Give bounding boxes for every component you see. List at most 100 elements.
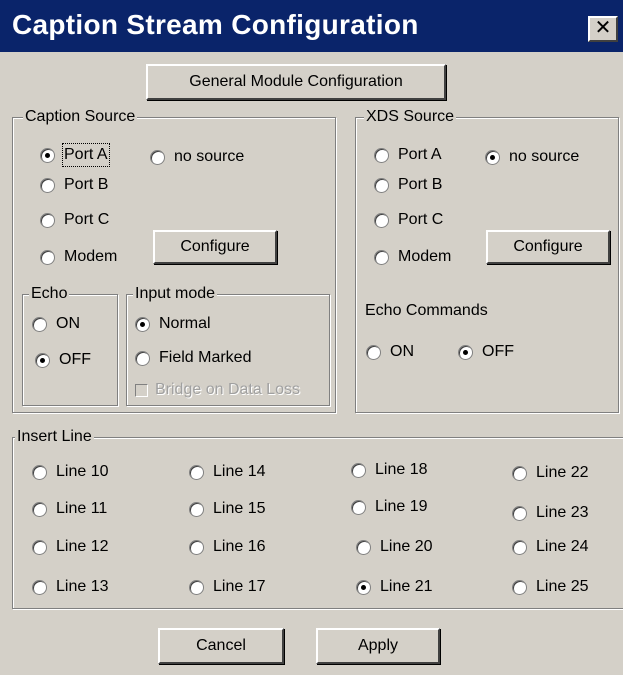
caption-port-b-radio-dot (40, 177, 55, 193)
insert-line-legend: Insert Line (15, 427, 94, 447)
input-mode-field-marked-radio[interactable]: Field Marked (135, 348, 251, 368)
xds-port-b-radio[interactable]: Port B (374, 175, 442, 195)
apply-button[interactable]: Apply (316, 628, 440, 664)
echo-on-radio[interactable]: ON (32, 314, 80, 334)
echo-commands-off-label: OFF (482, 343, 514, 360)
caption-port-c-radio-dot (40, 212, 55, 228)
xds-no-source-label: no source (509, 148, 580, 165)
line-25-radio[interactable]: Line 25 (512, 577, 589, 597)
line-10-radio-dot (32, 464, 47, 480)
line-18-radio-dot (351, 462, 366, 478)
xds-port-c-label: Port C (398, 211, 444, 228)
xds-no-source-radio-dot (485, 149, 500, 165)
caption-port-c-label: Port C (64, 211, 110, 228)
line-15-radio[interactable]: Line 15 (189, 499, 266, 519)
input-mode-normal-radio[interactable]: Normal (135, 314, 211, 334)
line-13-radio[interactable]: Line 13 (32, 577, 109, 597)
xds-configure-button[interactable]: Configure (486, 230, 610, 264)
echo-commands-off-radio-dot (458, 344, 473, 360)
line-24-label: Line 24 (536, 538, 589, 555)
echo-off-radio[interactable]: OFF (35, 350, 91, 370)
xds-no-source-radio[interactable]: no source (485, 147, 579, 167)
caption-modem-radio[interactable]: Modem (40, 247, 117, 267)
line-25-radio-dot (512, 579, 527, 595)
line-17-label: Line 17 (213, 578, 266, 595)
echo-commands-on-radio[interactable]: ON (366, 342, 414, 362)
line-16-radio[interactable]: Line 16 (189, 537, 266, 557)
echo-on-radio-dot (32, 316, 47, 332)
line-21-radio-dot (356, 579, 371, 595)
line-13-radio-dot (32, 579, 47, 595)
caption-port-a-radio[interactable]: Port A (40, 143, 110, 167)
input-mode-field-marked-radio-dot (135, 350, 150, 366)
caption-modem-label: Modem (64, 248, 118, 265)
line-20-radio[interactable]: Line 20 (356, 537, 433, 557)
line-25-label: Line 25 (536, 578, 589, 595)
caption-configure-button[interactable]: Configure (153, 230, 277, 264)
line-14-radio[interactable]: Line 14 (189, 462, 266, 482)
caption-no-source-radio[interactable]: no source (150, 147, 244, 167)
xds-modem-radio[interactable]: Modem (374, 247, 451, 267)
line-13-label: Line 13 (56, 578, 109, 595)
line-19-label: Line 19 (375, 498, 428, 515)
xds-modem-radio-dot (374, 249, 389, 265)
bridge-on-data-loss-box (135, 383, 148, 397)
general-module-configuration-button[interactable]: General Module Configuration (146, 64, 446, 100)
bridge-on-data-loss-checkbox[interactable]: Bridge on Data Loss (135, 381, 300, 399)
line-12-radio-dot (32, 539, 47, 555)
echo-commands-label: Echo Commands (365, 302, 488, 319)
line-20-radio-dot (356, 539, 371, 555)
xds-port-b-radio-dot (374, 177, 389, 193)
general-module-configuration-label: General Module Configuration (189, 73, 403, 90)
xds-modem-label: Modem (398, 248, 452, 265)
echo-commands-on-radio-dot (366, 344, 381, 360)
cancel-button[interactable]: Cancel (158, 628, 284, 664)
line-15-label: Line 15 (213, 500, 266, 517)
echo-commands-on-label: ON (390, 343, 414, 360)
xds-port-b-label: Port B (398, 176, 443, 193)
line-20-label: Line 20 (380, 538, 433, 555)
caption-port-b-label: Port B (64, 176, 109, 193)
xds-port-a-label: Port A (398, 146, 442, 163)
close-button[interactable]: ✕ (588, 16, 618, 42)
caption-port-a-label: Port A (62, 143, 110, 167)
line-24-radio[interactable]: Line 24 (512, 537, 589, 557)
xds-port-a-radio[interactable]: Port A (374, 145, 442, 165)
bridge-on-data-loss-label: Bridge on Data Loss (155, 381, 300, 398)
xds-source-legend: XDS Source (364, 107, 457, 127)
line-21-radio[interactable]: Line 21 (356, 577, 433, 597)
line-10-label: Line 10 (56, 463, 109, 480)
line-17-radio[interactable]: Line 17 (189, 577, 266, 597)
input-mode-field-marked-label: Field Marked (159, 349, 252, 366)
caption-no-source-radio-dot (150, 149, 165, 165)
input-mode-legend: Input mode (133, 284, 218, 304)
line-18-radio[interactable]: Line 18 (351, 460, 428, 480)
line-23-label: Line 23 (536, 504, 589, 521)
caption-port-c-radio[interactable]: Port C (40, 210, 109, 230)
xds-configure-label: Configure (513, 238, 583, 255)
line-23-radio-dot (512, 505, 527, 521)
input-mode-normal-label: Normal (159, 315, 211, 332)
line-22-radio[interactable]: Line 22 (512, 463, 589, 483)
line-12-radio[interactable]: Line 12 (32, 537, 109, 557)
line-11-radio[interactable]: Line 11 (32, 499, 107, 519)
line-15-radio-dot (189, 501, 204, 517)
line-14-radio-dot (189, 464, 204, 480)
window-title: Caption Stream Configuration (12, 9, 419, 40)
xds-port-c-radio[interactable]: Port C (374, 210, 443, 230)
echo-commands-off-radio[interactable]: OFF (458, 342, 514, 362)
xds-port-a-radio-dot (374, 147, 389, 163)
echo-off-label: OFF (59, 351, 91, 368)
caption-port-b-radio[interactable]: Port B (40, 175, 108, 195)
caption-modem-radio-dot (40, 249, 55, 265)
line-19-radio[interactable]: Line 19 (351, 497, 428, 517)
line-11-radio-dot (32, 501, 47, 517)
line-23-radio[interactable]: Line 23 (512, 503, 589, 523)
line-12-label: Line 12 (56, 538, 109, 555)
cancel-label: Cancel (196, 637, 246, 654)
line-10-radio[interactable]: Line 10 (32, 462, 109, 482)
line-21-label: Line 21 (380, 578, 433, 595)
line-19-radio-dot (351, 499, 366, 515)
caption-configure-label: Configure (180, 238, 250, 255)
echo-off-radio-dot (35, 352, 50, 368)
